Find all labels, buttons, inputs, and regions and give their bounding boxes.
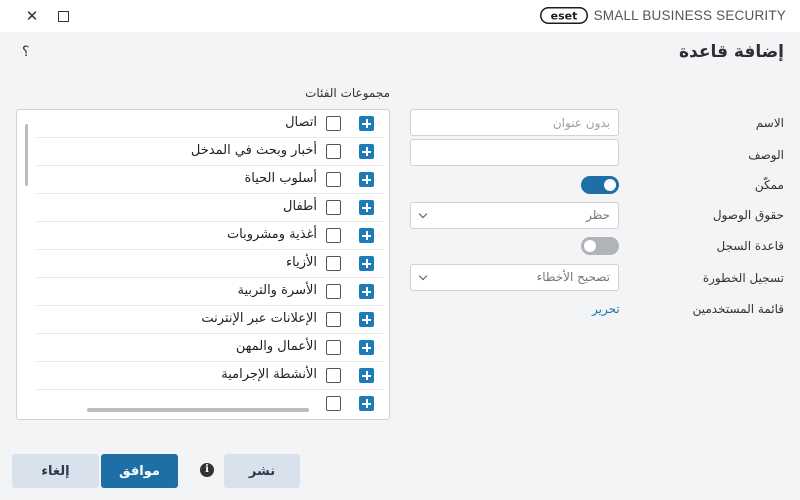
- maximize-square: [57, 10, 69, 22]
- categories-list[interactable]: اتصال أخبار وبحث في المدخل أسلوب الحياة …: [16, 109, 390, 420]
- category-checkbox[interactable]: [326, 340, 341, 355]
- ok-button[interactable]: موافق: [101, 454, 178, 488]
- category-label: أطفال: [283, 199, 317, 214]
- expand-plus-icon[interactable]: [359, 200, 374, 215]
- access-label: حقوق الوصول: [712, 208, 784, 222]
- category-checkbox[interactable]: [326, 284, 341, 299]
- toggle-knob: [584, 240, 596, 252]
- category-checkbox[interactable]: [326, 368, 341, 383]
- category-row: الإعلانات عبر الإنترنت: [37, 306, 383, 334]
- access-value: حظر: [586, 208, 610, 222]
- toggle-knob: [604, 179, 616, 191]
- vertical-scrollbar[interactable]: [25, 124, 28, 186]
- category-label: اتصال: [285, 115, 317, 130]
- expand-plus-icon[interactable]: [359, 396, 374, 411]
- category-row: اتصال: [37, 110, 383, 138]
- severity-label: تسجيل الخطورة: [702, 271, 784, 285]
- brand-text: SMALL BUSINESS SECURITY: [593, 8, 786, 23]
- publish-button[interactable]: نشر: [224, 454, 300, 488]
- brand-logo-text: eset: [550, 10, 577, 23]
- category-label: الأسرة والتربية: [237, 283, 318, 298]
- category-checkbox[interactable]: [326, 228, 341, 243]
- access-select[interactable]: حظر: [410, 202, 619, 229]
- users-label: قائمة المستخدمين: [692, 302, 784, 316]
- category-label: أسلوب الحياة: [244, 171, 317, 186]
- category-row: الأسرة والتربية: [37, 278, 383, 306]
- chevron-down-icon: [418, 271, 428, 281]
- page-title: إضافة قاعدة: [679, 42, 784, 62]
- category-checkbox[interactable]: [326, 172, 341, 187]
- name-label: الاسم: [755, 116, 784, 130]
- category-checkbox[interactable]: [326, 200, 341, 215]
- category-row: أغذية ومشروبات: [37, 222, 383, 250]
- enabled-label: ممكّن: [754, 178, 784, 192]
- horizontal-scrollbar[interactable]: [87, 408, 309, 412]
- brand: eset SMALL BUSINESS SECURITY: [539, 7, 786, 24]
- expand-plus-icon[interactable]: [359, 172, 374, 187]
- header: ؟ إضافة قاعدة: [0, 32, 800, 92]
- log-rule-label: قاعدة السجل: [716, 239, 784, 253]
- category-label: الإعلانات عبر الإنترنت: [201, 311, 317, 326]
- category-row: أطفال: [37, 194, 383, 222]
- description-label: الوصف: [748, 148, 784, 162]
- help-icon[interactable]: ؟: [22, 44, 29, 60]
- users-edit-link[interactable]: تحرير: [592, 302, 620, 316]
- category-label: الأعمال والمهن: [235, 339, 317, 354]
- cancel-button[interactable]: إلغاء: [12, 454, 99, 488]
- enabled-toggle[interactable]: [581, 176, 619, 194]
- log-rule-toggle[interactable]: [581, 237, 619, 255]
- category-row: الأزياء: [37, 250, 383, 278]
- severity-select[interactable]: تصحيح الأخطاء: [410, 264, 619, 291]
- category-label: الأنشطة الإجرامية: [221, 367, 317, 382]
- categories-label: مجموعات الفئات: [305, 86, 390, 100]
- category-checkbox[interactable]: [326, 116, 341, 131]
- name-input[interactable]: [410, 109, 619, 136]
- description-input[interactable]: [410, 139, 619, 166]
- chevron-down-icon: [418, 209, 428, 219]
- category-row: الأنشطة الإجرامية: [37, 362, 383, 390]
- category-checkbox[interactable]: [326, 396, 341, 411]
- category-row: الأعمال والمهن: [37, 334, 383, 362]
- expand-plus-icon[interactable]: [359, 368, 374, 383]
- category-checkbox[interactable]: [326, 144, 341, 159]
- expand-plus-icon[interactable]: [359, 312, 374, 327]
- category-checkbox[interactable]: [326, 256, 341, 271]
- category-label: أخبار وبحث في المدخل: [190, 143, 317, 158]
- severity-value: تصحيح الأخطاء: [536, 270, 610, 284]
- category-row: أسلوب الحياة: [37, 166, 383, 194]
- expand-plus-icon[interactable]: [359, 284, 374, 299]
- close-icon[interactable]: ✕: [22, 6, 42, 26]
- category-label: الأزياء: [286, 255, 317, 270]
- expand-plus-icon[interactable]: [359, 144, 374, 159]
- expand-plus-icon[interactable]: [359, 256, 374, 271]
- category-row-partial: [37, 390, 383, 418]
- title-bar: ✕ eset SMALL BUSINESS SECURITY: [0, 0, 800, 32]
- expand-plus-icon[interactable]: [359, 116, 374, 131]
- category-label: أغذية ومشروبات: [226, 227, 317, 242]
- eset-logo: eset: [539, 7, 588, 24]
- expand-plus-icon[interactable]: [359, 228, 374, 243]
- category-row: أخبار وبحث في المدخل: [37, 138, 383, 166]
- expand-plus-icon[interactable]: [359, 340, 374, 355]
- maximize-icon[interactable]: [53, 6, 73, 26]
- info-icon[interactable]: i: [200, 463, 214, 477]
- category-checkbox[interactable]: [326, 312, 341, 327]
